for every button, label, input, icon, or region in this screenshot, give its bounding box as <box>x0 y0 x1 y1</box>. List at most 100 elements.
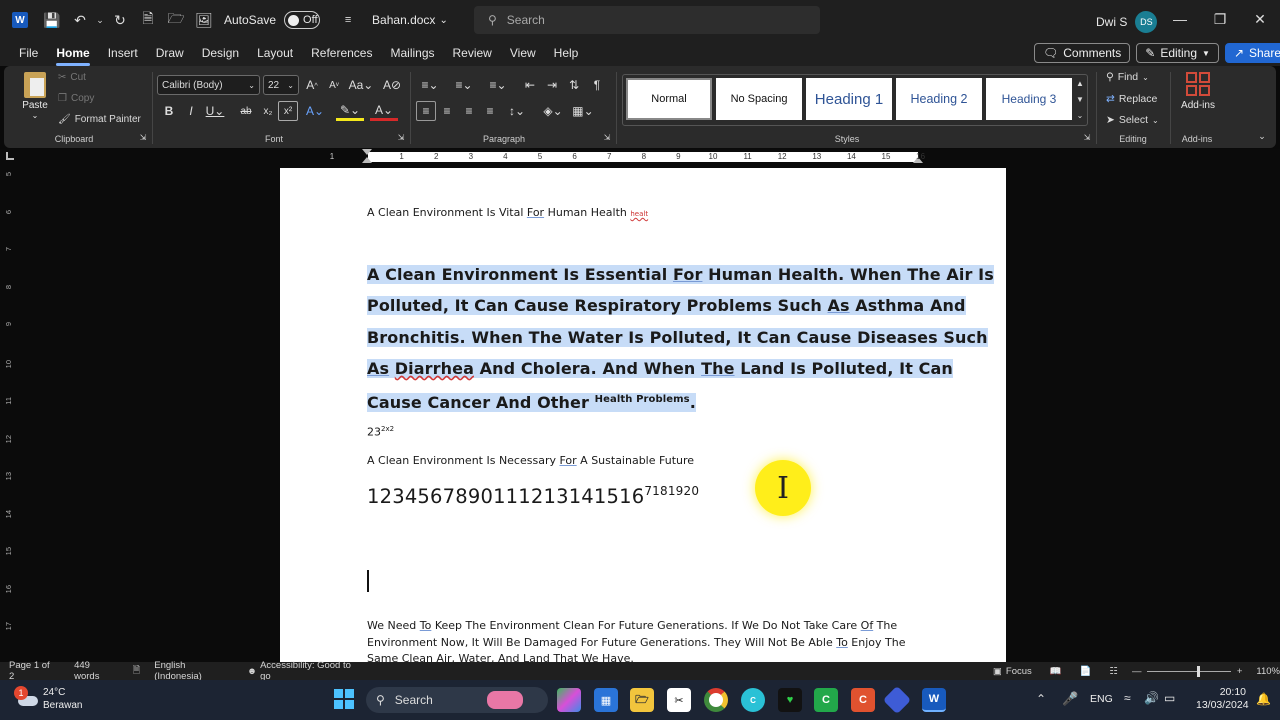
tab-draw[interactable]: Draw <box>147 40 193 66</box>
app-icon-blue[interactable] <box>882 685 912 715</box>
show-hidden-icons[interactable]: ⌃ <box>1036 692 1046 706</box>
style-heading-3[interactable]: Heading 3 <box>986 78 1072 120</box>
accessibility-status[interactable]: Accessibility: Good to go <box>260 660 361 682</box>
recorder-icon[interactable]: C <box>851 688 875 712</box>
tab-view[interactable]: View <box>501 40 545 66</box>
search-box[interactable]: ⚲ Search <box>474 6 820 34</box>
styles-scroll-up-icon[interactable]: ▲ <box>1074 76 1086 90</box>
doc-line-title[interactable]: A Clean Environment Is Vital For Human H… <box>367 206 648 219</box>
save-icon[interactable]: 💾 <box>38 0 66 40</box>
user-name[interactable]: Dwi S <box>1096 15 1127 29</box>
doc-math-line[interactable]: 232x2 <box>367 425 394 439</box>
show-formatting-icon[interactable]: ¶ <box>587 75 607 95</box>
subscript-icon[interactable]: x₂ <box>258 101 278 121</box>
comments-button[interactable]: 🗨 Comments <box>1034 43 1131 63</box>
style-no-spacing[interactable]: No Spacing <box>716 78 802 120</box>
doc-line-sustainable[interactable]: A Clean Environment Is Necessary For A S… <box>367 454 694 467</box>
tab-mailings[interactable]: Mailings <box>381 40 443 66</box>
proofing-icon[interactable]: 🗎 <box>133 663 141 679</box>
weather-desc[interactable]: Berawan <box>43 699 82 712</box>
select-button[interactable]: ➤ Select ⌄ <box>1106 114 1159 126</box>
align-right-icon[interactable]: ≡ <box>459 101 479 121</box>
hanging-indent-marker[interactable] <box>362 157 372 163</box>
tab-review[interactable]: Review <box>444 40 501 66</box>
wifi-icon[interactable]: ≈ <box>1124 691 1131 705</box>
autosave-toggle[interactable]: Off <box>284 11 321 29</box>
style-heading-1[interactable]: Heading 1 <box>806 78 892 120</box>
tab-file[interactable]: File <box>10 40 47 66</box>
bullets-icon[interactable]: ≡⌄ <box>416 75 444 95</box>
word-taskbar-icon[interactable]: W <box>922 688 946 712</box>
battery-icon[interactable]: ▭ <box>1164 691 1175 705</box>
grow-font-icon[interactable]: A ^ <box>302 75 322 95</box>
line-spacing-icon[interactable]: ↕⌄ <box>504 101 530 121</box>
undo-dropdown-icon[interactable]: ⌄ <box>94 0 106 40</box>
customize-qat-icon[interactable]: ≡ <box>334 0 362 40</box>
font-name-select[interactable]: Calibri (Body) ⌄ <box>157 75 260 95</box>
task-view-icon[interactable]: ▦ <box>594 688 618 712</box>
superscript-icon[interactable]: x² <box>278 101 298 121</box>
avatar[interactable]: DS <box>1135 11 1158 33</box>
dialog-launcher-icon[interactable]: ⇲ <box>602 132 612 142</box>
copilot-icon[interactable] <box>557 688 581 712</box>
web-layout-icon[interactable]: ☷ <box>1109 666 1118 677</box>
format-painter-button[interactable]: 🖌 Format Painter <box>58 114 141 125</box>
add-ins-button[interactable]: Add-ins <box>1178 72 1218 111</box>
horizontal-ruler[interactable]: 1 1 2 3 4 5 6 7 8 9 10 11 12 13 14 15 16 <box>280 149 1006 165</box>
tab-home[interactable]: Home <box>47 40 98 66</box>
read-mode-icon[interactable]: 📖 <box>1050 666 1062 677</box>
shrink-font-icon[interactable]: Av <box>324 75 344 95</box>
vertical-ruler[interactable]: 5 6 7 8 9 10 11 12 13 14 15 16 17 <box>0 166 18 662</box>
zoom-out-icon[interactable]: — <box>1132 666 1142 677</box>
first-line-indent-marker[interactable] <box>362 149 372 155</box>
paste-button[interactable]: Paste ⌄ <box>18 72 52 120</box>
minimize-icon[interactable]: — <box>1160 11 1200 28</box>
undo-icon[interactable]: ↶ <box>66 0 94 40</box>
clear-formatting-icon[interactable]: A⊘ <box>382 75 402 95</box>
doc-paragraph-bottom[interactable]: We Need To Keep The Environment Clean Fo… <box>367 618 905 662</box>
find-button[interactable]: ⚲ Find ⌄ <box>1106 71 1149 83</box>
collapse-ribbon-icon[interactable]: ⌄ <box>1252 126 1272 146</box>
replace-button[interactable]: ⇄ Replace <box>1106 93 1157 105</box>
dialog-launcher-icon[interactable]: ⇲ <box>396 132 406 142</box>
font-color-icon[interactable]: A⌄ <box>370 101 398 121</box>
clock-date[interactable]: 13/03/2024 <box>1196 699 1249 712</box>
change-case-icon[interactable]: Aa⌄ <box>348 75 374 95</box>
print-layout-icon[interactable]: 📄 <box>1080 666 1092 677</box>
word-count[interactable]: 449 words <box>74 660 117 682</box>
multilevel-list-icon[interactable]: ≡⌄ <box>484 75 512 95</box>
file-name[interactable]: Bahan.docx <box>372 13 435 27</box>
text-effects-icon[interactable]: A⌄ <box>302 101 328 121</box>
strikethrough-icon[interactable]: ab <box>236 101 256 121</box>
dialog-launcher-icon[interactable]: ⇲ <box>138 132 148 142</box>
tab-layout[interactable]: Layout <box>248 40 302 66</box>
decrease-indent-icon[interactable]: ⇤ <box>520 75 540 95</box>
tab-help[interactable]: Help <box>545 40 588 66</box>
redo-icon[interactable]: ↻ <box>106 0 134 40</box>
font-size-select[interactable]: 22 ⌄ <box>263 75 299 95</box>
open-folder-icon[interactable]: 🗁 <box>162 0 190 40</box>
chevron-down-icon[interactable]: ⌄ <box>439 15 447 26</box>
highlight-icon[interactable]: ✎⌄ <box>336 101 364 121</box>
doc-paragraph-selected[interactable]: A Clean Environment Is Essential For Hum… <box>367 259 994 418</box>
cut-button[interactable]: ✂ Cut <box>58 72 86 83</box>
align-center-icon[interactable]: ≡ <box>437 101 457 121</box>
doc-numbers-line[interactable]: 12345678901112131415167181920 <box>367 484 699 508</box>
styles-scroll-down-icon[interactable]: ▼ <box>1074 92 1086 106</box>
language-indicator[interactable]: ENG <box>1090 693 1113 705</box>
tab-insert[interactable]: Insert <box>99 40 147 66</box>
tab-selector-icon[interactable] <box>6 152 14 160</box>
microphone-icon[interactable]: 🎤 <box>1062 691 1078 707</box>
clock-time[interactable]: 20:10 <box>1196 686 1246 699</box>
bold-icon[interactable]: B <box>159 101 179 121</box>
notification-bell-icon[interactable]: 🔔 <box>1256 692 1271 706</box>
numbering-icon[interactable]: ≡⌄ <box>450 75 478 95</box>
tab-design[interactable]: Design <box>193 40 248 66</box>
file-explorer-icon[interactable]: 🗁 <box>630 688 654 712</box>
zoom-in-icon[interactable]: + <box>1237 666 1243 677</box>
sort-icon[interactable]: ⇅ <box>564 75 584 95</box>
dialog-launcher-icon[interactable]: ⇲ <box>1082 132 1092 142</box>
zoom-slider[interactable] <box>1147 665 1231 677</box>
justify-icon[interactable]: ≡ <box>480 101 500 121</box>
editing-mode-button[interactable]: ✎ Editing ▼ <box>1136 43 1219 63</box>
